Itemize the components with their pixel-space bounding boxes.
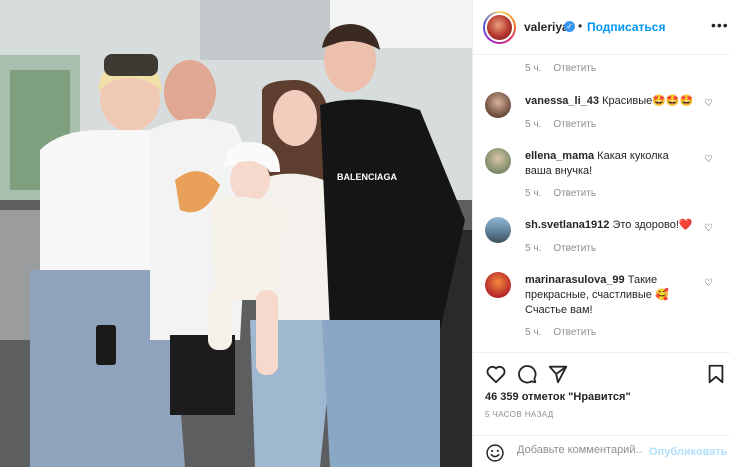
family-photo-illustration: BALENCIAGA [0, 0, 472, 467]
bookmark-icon[interactable] [705, 363, 727, 385]
comment-age: 5 ч. [525, 63, 542, 74]
comment-body: sh.svetlana1912 Это здорово!❤️ [525, 218, 697, 233]
like-comment-heart-icon[interactable]: ♡ [704, 223, 713, 234]
comment-input[interactable] [517, 444, 643, 456]
reply-button[interactable]: Ответить [553, 63, 596, 74]
emoji-smile-icon[interactable] [485, 443, 505, 463]
like-comment-heart-icon[interactable]: ♡ [704, 98, 713, 109]
comment-body: ellena_mama Какая куколка ваша внучка! [525, 149, 697, 179]
comment-body: vanessa_li_43 Красивые🤩🤩🤩 [525, 94, 697, 109]
post-actions: 46 359 отметок "Нравится" 5 часов назад … [473, 352, 730, 467]
comment-text: Красивые🤩🤩🤩 [602, 95, 694, 107]
comment-username[interactable]: vanessa_li_43 [525, 95, 599, 107]
share-send-icon[interactable] [547, 363, 569, 385]
comment-username[interactable]: marinarasulova_99 [525, 274, 625, 286]
comment-body: marinarasulova_99 Такие прекрасные, счас… [525, 273, 697, 318]
post-photo[interactable]: BALENCIAGA [0, 0, 472, 467]
author-avatar[interactable] [483, 11, 516, 44]
comment-username[interactable]: sh.svetlana1912 [525, 219, 609, 231]
comment-meta: 5 ч. Ответить [525, 188, 596, 199]
post-header: valeriya ✓ • Подписаться ••• [473, 0, 730, 55]
comment-meta: 5 ч. Ответить [525, 243, 596, 254]
like-comment-heart-icon[interactable]: ♡ [704, 278, 713, 289]
post-side-panel: valeriya ✓ • Подписаться ••• 5 ч. Ответит… [472, 0, 730, 467]
publish-button[interactable]: Опубликовать [649, 446, 728, 458]
author-username[interactable]: valeriya [524, 20, 569, 34]
comment-age: 5 ч. [525, 243, 542, 254]
comment-bubble-icon[interactable] [516, 363, 538, 385]
reply-button[interactable]: Ответить [553, 327, 596, 338]
comment-age: 5 ч. [525, 119, 542, 130]
comment-avatar[interactable] [485, 217, 511, 243]
like-heart-icon[interactable] [485, 363, 507, 385]
separator-dot: • [578, 19, 583, 33]
reply-button[interactable]: Ответить [553, 188, 596, 199]
reply-button[interactable]: Ответить [553, 243, 596, 254]
reply-button[interactable]: Ответить [553, 119, 596, 130]
like-comment-heart-icon[interactable]: ♡ [704, 154, 713, 165]
comment-age: 5 ч. [525, 188, 542, 199]
likes-count[interactable]: 46 359 отметок "Нравится" [485, 391, 631, 403]
post-timestamp[interactable]: 5 часов назад [485, 410, 554, 419]
comment-avatar[interactable] [485, 92, 511, 118]
comment-avatar[interactable] [485, 272, 511, 298]
comment-meta: 5 ч. Ответить [525, 63, 596, 74]
more-icon[interactable]: ••• [711, 17, 729, 33]
comment-age: 5 ч. [525, 327, 542, 338]
svg-text:BALENCIAGA: BALENCIAGA [337, 172, 397, 182]
comment-meta: 5 ч. Ответить [525, 327, 596, 338]
comment-meta: 5 ч. Ответить [525, 119, 596, 130]
add-comment-bar: Опубликовать [473, 435, 730, 467]
comments-list[interactable]: 5 ч. Ответить vanessa_li_43 Красивые🤩🤩🤩 ♡… [473, 56, 730, 352]
comment-avatar[interactable] [485, 148, 511, 174]
verified-badge-icon: ✓ [564, 21, 575, 32]
comment-text: Это здорово!❤️ [612, 219, 693, 231]
follow-button[interactable]: Подписаться [587, 20, 665, 34]
comment-username[interactable]: ellena_mama [525, 150, 594, 162]
